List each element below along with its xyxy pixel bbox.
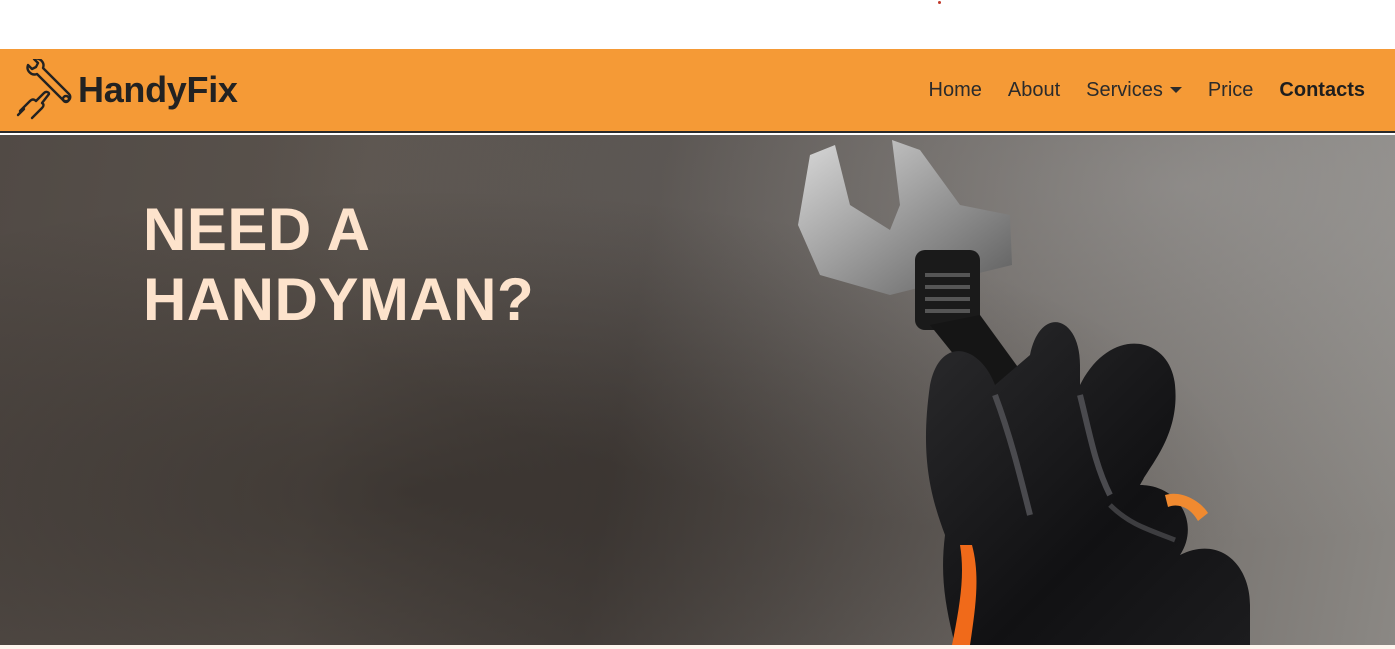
hero-title: NEED A HANDYMAN? [143,196,535,333]
gloved-hand-wrench-icon [798,140,1250,645]
caret-down-icon [1169,87,1182,93]
top-strip [0,0,1395,49]
hand-wrench-icon [14,57,76,121]
hero-banner: NEED A HANDYMAN? [0,135,1395,645]
nav-services-label: Services [1086,78,1163,101]
nav-about[interactable]: About [1008,79,1060,102]
nav-home[interactable]: Home [929,79,982,102]
bottom-strip [0,645,1395,649]
accent-dot [938,1,941,4]
nav-contacts[interactable]: Contacts [1279,79,1365,102]
nav-services[interactable]: Services [1086,79,1182,102]
brand-name: HandyFix [78,69,238,110]
nav-price[interactable]: Price [1208,79,1254,102]
brand-link[interactable]: HandyFix [14,57,238,123]
main-nav: Home About Services Price Contacts [903,49,1365,131]
navbar: HandyFix Home About Services Price Conta… [0,49,1395,133]
